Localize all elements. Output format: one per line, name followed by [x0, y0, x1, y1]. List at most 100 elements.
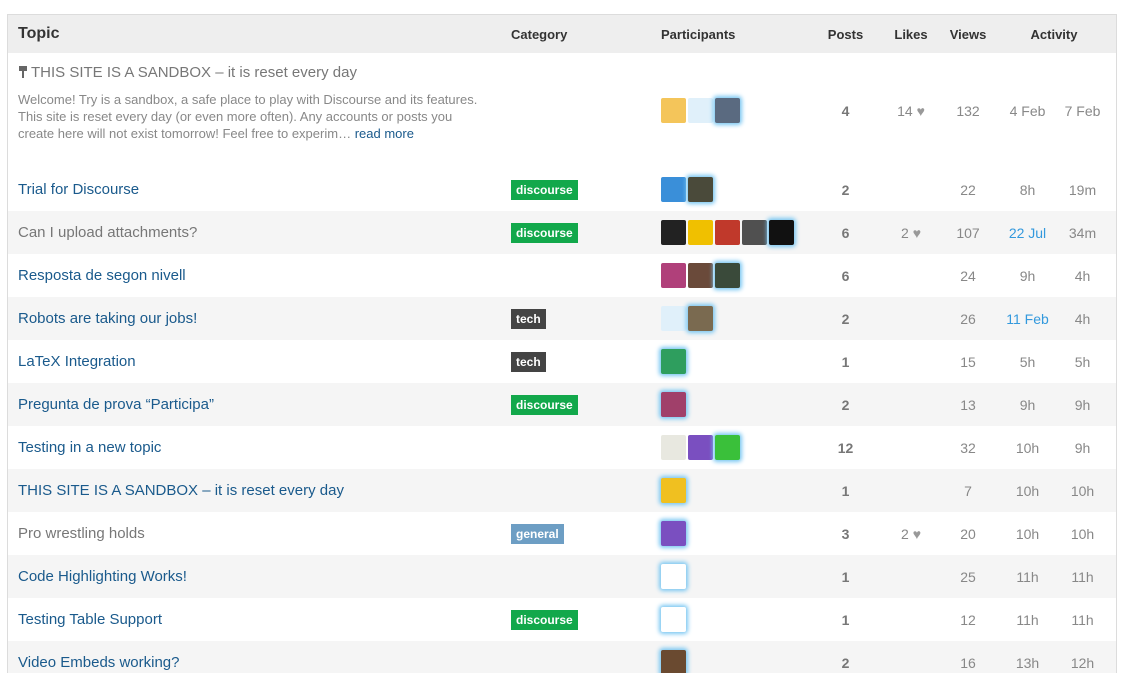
avatar-purple-pattern[interactable] [661, 521, 686, 546]
category-badge[interactable]: discourse [511, 609, 578, 630]
avatar-pink-pattern[interactable] [661, 263, 686, 288]
topic-title-link[interactable]: THIS SITE IS A SANDBOX – it is reset eve… [31, 64, 357, 81]
avatar-photo-man[interactable] [688, 306, 713, 331]
last-activity[interactable]: 4h [1056, 268, 1109, 284]
posts-count[interactable]: 6 [806, 268, 885, 284]
last-activity[interactable]: 19m [1056, 182, 1109, 198]
table-row: Testing in a new topic 12 32 10h 9h [8, 426, 1116, 469]
avatar-blue-pattern[interactable] [661, 177, 686, 202]
posts-count[interactable]: 1 [806, 612, 885, 628]
created-date[interactable]: 4 Feb [999, 103, 1056, 119]
topic-title-link[interactable]: Can I upload attachments? [18, 224, 197, 241]
posts-count[interactable]: 2 [806, 311, 885, 327]
column-header-topic[interactable]: Topic [8, 25, 511, 43]
posts-count[interactable]: 1 [806, 569, 885, 585]
topic-title-link[interactable]: THIS SITE IS A SANDBOX – it is reset eve… [18, 482, 344, 499]
created-date[interactable]: 9h [999, 397, 1056, 413]
created-date[interactable]: 13h [999, 655, 1056, 671]
avatar-photo-man[interactable] [688, 263, 713, 288]
created-date[interactable]: 10h [999, 483, 1056, 499]
avatar-photo-man[interactable] [688, 177, 713, 202]
posts-count[interactable]: 1 [806, 354, 885, 370]
created-date[interactable]: 11h [999, 569, 1056, 585]
last-activity[interactable]: 34m [1056, 225, 1109, 241]
topic-title-link[interactable]: Resposta de segon nivell [18, 267, 186, 284]
avatar-photo-man[interactable] [715, 98, 740, 123]
topic-title-link[interactable]: Testing in a new topic [18, 439, 161, 456]
avatar-robot[interactable] [688, 98, 713, 123]
posts-count[interactable]: 2 [806, 182, 885, 198]
avatar-red-emblem[interactable] [715, 220, 740, 245]
last-activity[interactable]: 12h [1056, 655, 1109, 671]
category-badge[interactable]: discourse [511, 222, 578, 243]
category-badge[interactable]: tech [511, 308, 546, 329]
topic-title-link[interactable]: Testing Table Support [18, 611, 162, 628]
avatar-green-dots[interactable] [715, 435, 740, 460]
last-activity[interactable]: 4h [1056, 311, 1109, 327]
avatar-robot[interactable] [661, 306, 686, 331]
avatar-green-pattern[interactable] [661, 349, 686, 374]
topic-title-link[interactable]: Pregunta de prova “Participa” [18, 396, 214, 413]
heart-icon: ♥ [912, 224, 921, 241]
created-date[interactable]: 22 Jul [999, 225, 1056, 241]
topic-cell: Can I upload attachments? [8, 224, 511, 241]
column-header-activity[interactable]: Activity [999, 27, 1109, 42]
last-activity[interactable]: 7 Feb [1056, 103, 1109, 119]
category-cell: discourse [511, 394, 661, 415]
avatar-light-pattern[interactable] [661, 435, 686, 460]
created-date[interactable]: 8h [999, 182, 1056, 198]
topic-excerpt: Welcome! Try is a sandbox, a safe place … [18, 91, 488, 142]
avatar-yellow-symbol[interactable] [688, 220, 713, 245]
topic-cell: THIS SITE IS A SANDBOX – it is reset eve… [8, 53, 511, 142]
posts-count[interactable]: 12 [806, 440, 885, 456]
created-date[interactable]: 11h [999, 612, 1056, 628]
created-date[interactable]: 9h [999, 268, 1056, 284]
avatar-photo-man[interactable] [661, 650, 686, 673]
avatar-sketch-face[interactable] [661, 607, 686, 632]
column-header-posts[interactable]: Posts [806, 27, 885, 42]
avatar-pink-pattern[interactable] [661, 392, 686, 417]
column-header-category[interactable]: Category [511, 27, 661, 42]
column-header-views[interactable]: Views [937, 27, 999, 42]
last-activity[interactable]: 10h [1056, 483, 1109, 499]
avatar-yellow-figure[interactable] [661, 478, 686, 503]
last-activity[interactable]: 11h [1056, 569, 1109, 585]
created-date[interactable]: 5h [999, 354, 1056, 370]
posts-count[interactable]: 4 [806, 103, 885, 119]
last-activity[interactable]: 9h [1056, 440, 1109, 456]
avatar-black-pattern[interactable] [769, 220, 794, 245]
table-row: Code Highlighting Works! 1 25 11h 11h [8, 555, 1116, 598]
avatar-purple-pattern[interactable] [688, 435, 713, 460]
posts-count[interactable]: 6 [806, 225, 885, 241]
category-badge[interactable]: general [511, 523, 564, 544]
last-activity[interactable]: 9h [1056, 397, 1109, 413]
category-badge[interactable]: tech [511, 351, 546, 372]
read-more-link[interactable]: read more [355, 126, 414, 141]
posts-count[interactable]: 1 [806, 483, 885, 499]
topic-title-link[interactable]: Robots are taking our jobs! [18, 310, 197, 327]
topic-title-link[interactable]: Code Highlighting Works! [18, 568, 187, 585]
avatar-sketch-face[interactable] [661, 564, 686, 589]
last-activity[interactable]: 11h [1056, 612, 1109, 628]
views-count: 20 [960, 525, 976, 542]
topic-title-link[interactable]: Pro wrestling holds [18, 525, 145, 542]
category-badge[interactable]: discourse [511, 394, 578, 415]
created-date[interactable]: 10h [999, 526, 1056, 542]
last-activity[interactable]: 10h [1056, 526, 1109, 542]
posts-count[interactable]: 2 [806, 397, 885, 413]
category-badge[interactable]: discourse [511, 179, 578, 200]
avatar-photo-man[interactable] [742, 220, 767, 245]
topic-title-link[interactable]: Trial for Discourse [18, 181, 139, 198]
posts-count[interactable]: 3 [806, 526, 885, 542]
avatar-spiky-character[interactable] [661, 220, 686, 245]
avatar-photo-man[interactable] [715, 263, 740, 288]
last-activity[interactable]: 5h [1056, 354, 1109, 370]
column-header-likes[interactable]: Likes [885, 27, 937, 42]
likes-count: 14 ♥ [885, 103, 937, 119]
topic-title-link[interactable]: LaTeX Integration [18, 353, 136, 370]
posts-count[interactable]: 2 [806, 655, 885, 671]
created-date[interactable]: 10h [999, 440, 1056, 456]
avatar-cartoon-face[interactable] [661, 98, 686, 123]
created-date[interactable]: 11 Feb [999, 311, 1056, 327]
topic-title-link[interactable]: Video Embeds working? [18, 654, 179, 671]
